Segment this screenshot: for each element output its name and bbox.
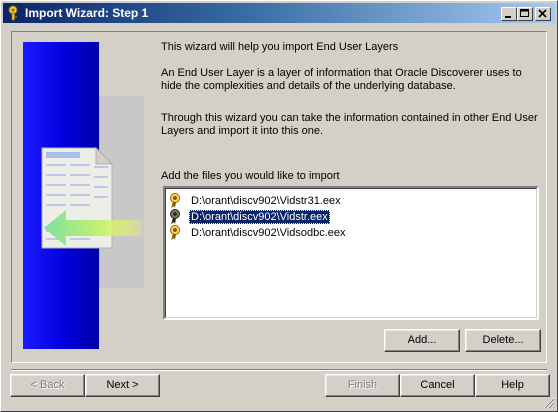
title-bar[interactable]: Import Wizard: Step 1 [3,3,555,23]
eul-file-icon [170,209,180,224]
list-item[interactable]: D:\orant\discv902\Vidstr31.eex [168,193,343,209]
close-icon [538,9,547,18]
window-title: Import Wizard: Step 1 [25,6,149,20]
intro-text-3: Through this wizard you can take the inf… [161,112,538,137]
intro-text-2: An End User Layer is a layer of informat… [161,67,522,92]
list-item-label: D:\orant\discv902\Vidsodbc.eex [191,227,346,239]
finish-button[interactable]: Finish [325,374,400,397]
maximize-button[interactable] [517,7,533,21]
maximize-icon [520,9,529,17]
delete-button[interactable]: Delete... [465,329,541,352]
import-document-illustration [41,146,142,249]
files-listbox[interactable]: D:\orant\discv902\Vidstr31.eex D:\orant\… [163,186,539,320]
intro-text-1: This wizard will help you import End Use… [161,41,399,53]
list-item-selected[interactable]: D:\orant\discv902\Vidstr.eex [168,209,330,225]
back-button[interactable]: < Back [10,374,85,397]
list-item-label: D:\orant\discv902\Vidstr31.eex [191,195,341,207]
close-button[interactable] [535,7,551,21]
help-button[interactable]: Help [475,374,550,397]
resize-grip-icon[interactable] [543,397,555,409]
footer-separator [11,369,547,371]
next-button[interactable]: Next > [85,374,160,397]
import-wizard-window: Import Wizard: Step 1 This wizard will h… [0,0,558,412]
eul-file-icon [170,225,180,240]
minimize-icon [505,16,511,18]
cancel-button[interactable]: Cancel [400,374,475,397]
list-item[interactable]: D:\orant\discv902\Vidsodbc.eex [168,225,348,241]
eul-file-icon [170,193,180,208]
add-button[interactable]: Add... [384,329,460,352]
files-label: Add the files you would like to import [161,170,340,182]
minimize-button[interactable] [501,7,517,21]
wizard-key-icon [8,5,18,21]
list-item-label: D:\orant\discv902\Vidstr.eex [189,210,330,224]
